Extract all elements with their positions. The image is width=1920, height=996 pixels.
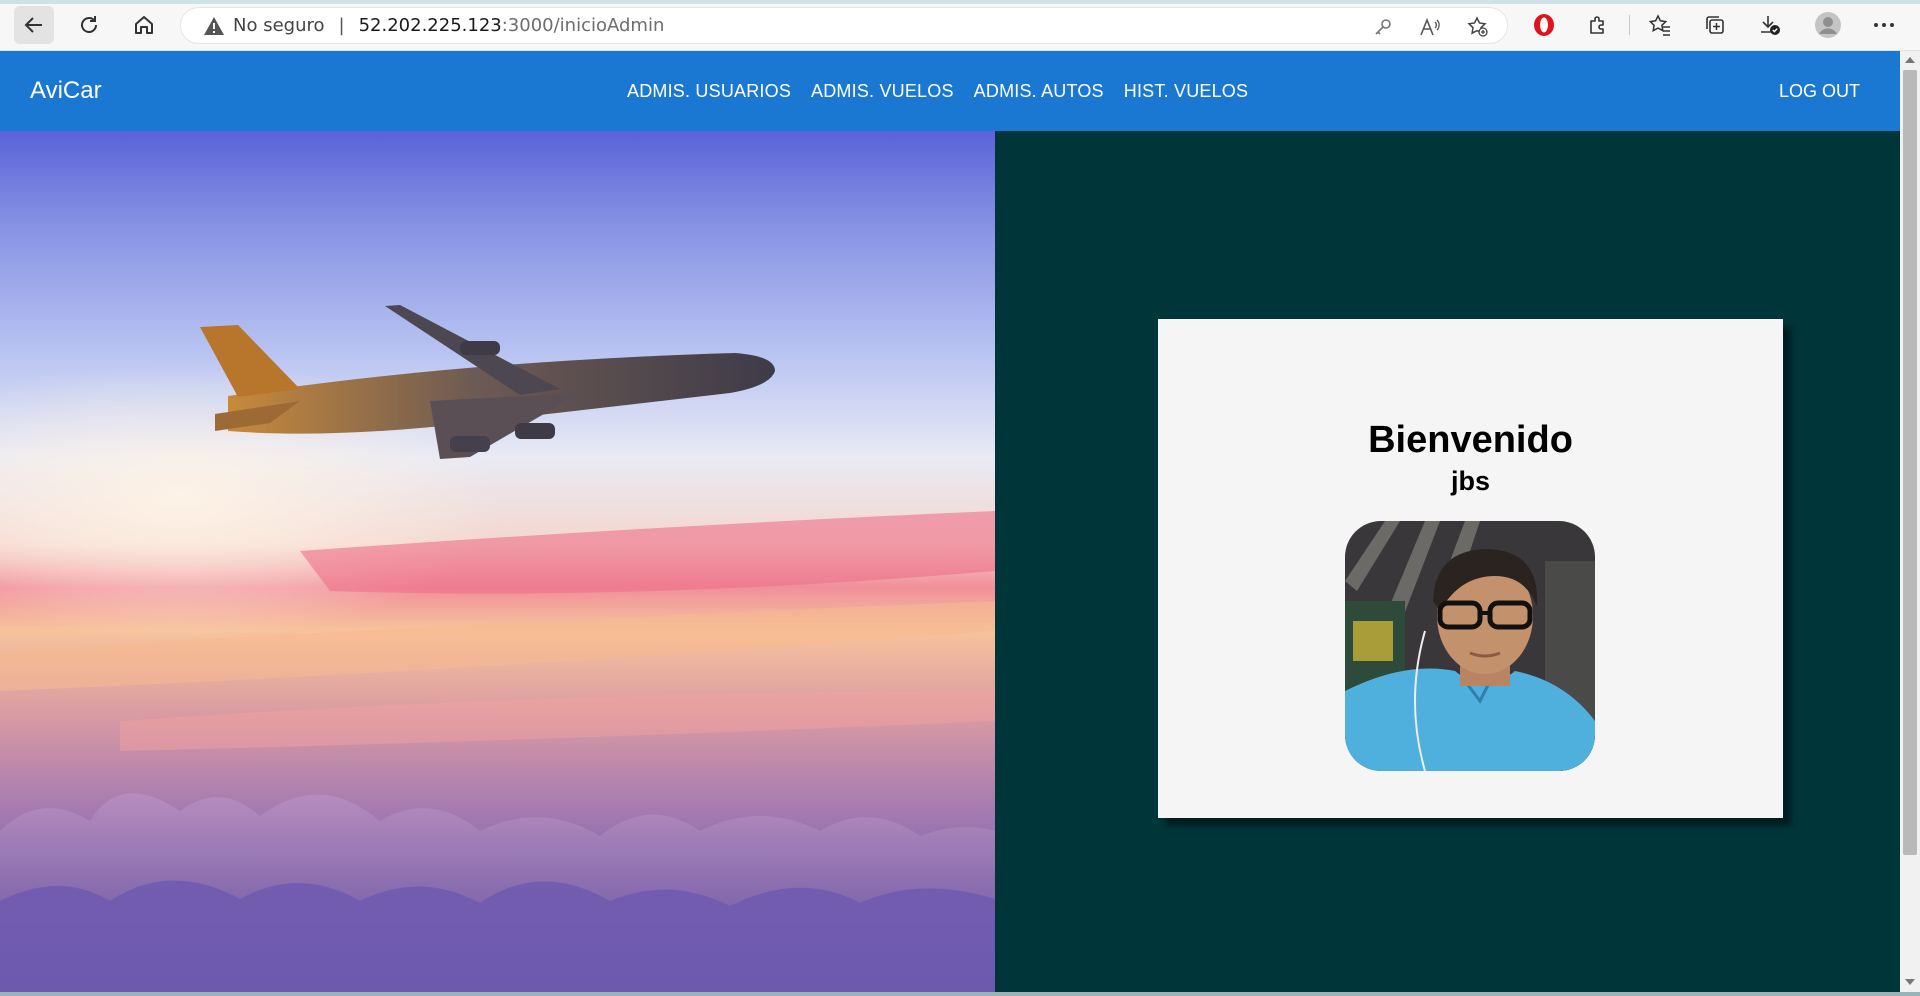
toolbar-divider xyxy=(1629,15,1630,35)
downloads-icon xyxy=(1761,16,1780,35)
scrollbar-thumb[interactable] xyxy=(1903,70,1917,855)
favorites-icon xyxy=(1649,14,1670,36)
tab-strip-edge xyxy=(0,0,1920,4)
hero-airplane-image xyxy=(0,131,995,992)
favorites-button[interactable] xyxy=(1640,6,1680,44)
opera-icon xyxy=(1534,14,1554,36)
more-button[interactable] xyxy=(1864,6,1904,44)
url-host[interactable]: 52.202.225.123 xyxy=(359,15,502,36)
downloads-button[interactable] xyxy=(1750,6,1790,44)
menu-item-admin-users[interactable]: ADMIS. USUARIOS xyxy=(617,81,801,102)
username: jbs xyxy=(1450,466,1490,496)
welcome-title: Bienvenido xyxy=(1368,419,1573,461)
back-arrow-icon xyxy=(24,17,42,33)
airplane-scene xyxy=(0,305,995,992)
security-label[interactable]: No seguro xyxy=(233,15,325,36)
scroll-up-arrow-icon[interactable] xyxy=(1903,54,1917,66)
profile-icon xyxy=(1815,12,1841,38)
add-favorite-icon[interactable] xyxy=(1467,15,1489,38)
scroll-down-arrow-icon[interactable] xyxy=(1903,976,1917,988)
brand-logo[interactable]: AviCar xyxy=(30,51,102,131)
logout-button[interactable]: LOG OUT xyxy=(1779,51,1860,131)
refresh-icon xyxy=(81,16,97,33)
profile-button[interactable] xyxy=(1808,6,1848,44)
extensions-button[interactable] xyxy=(1578,6,1618,44)
key-icon[interactable] xyxy=(1373,17,1393,37)
main-menu: ADMIS. USUARIOS ADMIS. VUELOS ADMIS. AUT… xyxy=(617,51,1258,131)
avatar xyxy=(1345,521,1595,771)
opera-extension-button[interactable] xyxy=(1524,6,1564,44)
browser-toolbar: No seguro | 52.202.225.123:3000/inicioAd… xyxy=(0,0,1920,51)
collections-icon xyxy=(1706,16,1724,34)
menu-item-admin-cars[interactable]: ADMIS. AUTOS xyxy=(964,81,1114,102)
collections-button[interactable] xyxy=(1695,6,1735,44)
menu-item-admin-flights[interactable]: ADMIS. VUELOS xyxy=(801,81,964,102)
warning-icon[interactable] xyxy=(203,15,225,37)
more-icon xyxy=(1874,23,1894,27)
welcome-card: Bienvenido jbs xyxy=(1158,319,1783,818)
app-navbar: AviCar ADMIS. USUARIOS ADMIS. VUELOS ADM… xyxy=(0,51,1900,131)
read-aloud-icon[interactable] xyxy=(1419,17,1441,37)
back-button[interactable] xyxy=(14,6,54,44)
refresh-button[interactable] xyxy=(69,6,109,44)
url-path[interactable]: :3000/inicioAdmin xyxy=(502,15,665,36)
menu-item-flight-history[interactable]: HIST. VUELOS xyxy=(1114,81,1258,102)
user-photo xyxy=(1345,521,1595,771)
welcome-panel: Bienvenido jbs xyxy=(995,131,1900,992)
home-icon xyxy=(135,16,153,34)
address-bar[interactable]: No seguro | 52.202.225.123:3000/inicioAd… xyxy=(180,7,1508,44)
window-bottom-edge xyxy=(0,992,1920,996)
extensions-icon xyxy=(1590,16,1604,34)
home-button[interactable] xyxy=(124,6,164,44)
address-separator: | xyxy=(338,15,345,36)
